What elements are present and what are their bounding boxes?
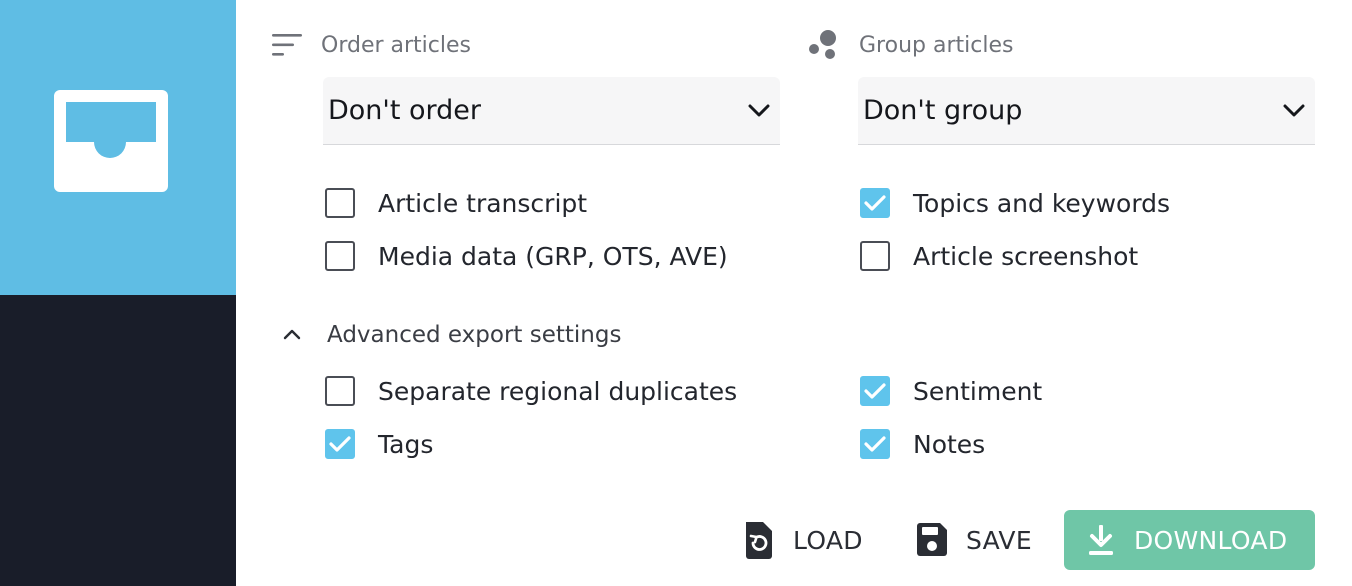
checkbox-box[interactable] bbox=[325, 188, 355, 218]
checkbox-media-data[interactable]: Media data (GRP, OTS, AVE) bbox=[325, 239, 728, 273]
inbox-tray-icon bbox=[54, 90, 168, 192]
download-button[interactable]: DOWNLOAD bbox=[1064, 510, 1315, 570]
left-pane-top bbox=[0, 0, 236, 295]
checkbox-label: Sentiment bbox=[913, 376, 1043, 406]
advanced-settings-toggle[interactable]: Advanced export settings bbox=[280, 318, 621, 352]
order-select[interactable]: Don't order bbox=[323, 77, 780, 145]
download-icon bbox=[1089, 525, 1113, 555]
group-header-label: Group articles bbox=[859, 32, 1014, 58]
checkbox-label: Article transcript bbox=[378, 188, 588, 218]
group-bubbles-icon bbox=[806, 30, 840, 60]
checkmark-icon bbox=[864, 195, 886, 211]
checkmark-icon bbox=[329, 436, 351, 452]
checkbox-label: Media data (GRP, OTS, AVE) bbox=[378, 241, 728, 271]
checkbox-tags[interactable]: Tags bbox=[325, 427, 433, 461]
checkbox-label: Article screenshot bbox=[913, 241, 1139, 271]
checkbox-sentiment[interactable]: Sentiment bbox=[860, 374, 1042, 408]
left-pane-bottom bbox=[0, 295, 236, 586]
checkbox-box-checked[interactable] bbox=[860, 429, 890, 459]
checkbox-box[interactable] bbox=[325, 376, 355, 406]
group-select-value: Don't group bbox=[863, 95, 1023, 126]
checkbox-box-checked[interactable] bbox=[860, 188, 890, 218]
checkbox-box-checked[interactable] bbox=[325, 429, 355, 459]
checkbox-separate-regional-duplicates[interactable]: Separate regional duplicates bbox=[325, 374, 737, 408]
load-file-icon bbox=[746, 522, 772, 559]
checkbox-article-transcript[interactable]: Article transcript bbox=[325, 186, 587, 220]
save-button[interactable]: SAVE bbox=[915, 511, 1032, 569]
order-header: Order articles bbox=[270, 30, 471, 60]
sort-icon bbox=[270, 30, 304, 60]
checkmark-icon bbox=[864, 383, 886, 399]
group-select[interactable]: Don't group bbox=[858, 77, 1315, 145]
checkbox-label: Separate regional duplicates bbox=[378, 376, 738, 406]
checkbox-label: Notes bbox=[913, 429, 986, 459]
group-header: Group articles bbox=[806, 30, 1013, 60]
checkmark-icon bbox=[864, 436, 886, 452]
load-button-label: LOAD bbox=[793, 525, 863, 555]
chevron-up-icon bbox=[283, 329, 301, 340]
checkbox-box[interactable] bbox=[860, 241, 890, 271]
advanced-settings-label: Advanced export settings bbox=[327, 322, 622, 348]
checkbox-label: Tags bbox=[378, 429, 434, 459]
left-pane bbox=[0, 0, 236, 586]
order-select-value: Don't order bbox=[328, 95, 482, 126]
checkbox-box-checked[interactable] bbox=[860, 376, 890, 406]
checkbox-box[interactable] bbox=[325, 241, 355, 271]
chevron-down-icon bbox=[748, 104, 770, 116]
checkbox-notes[interactable]: Notes bbox=[860, 427, 985, 461]
order-header-label: Order articles bbox=[321, 32, 471, 58]
save-button-label: SAVE bbox=[966, 525, 1032, 555]
checkbox-topics-keywords[interactable]: Topics and keywords bbox=[860, 186, 1170, 220]
checkbox-label: Topics and keywords bbox=[913, 188, 1171, 218]
load-button[interactable]: LOAD bbox=[742, 511, 863, 569]
download-button-label: DOWNLOAD bbox=[1134, 525, 1288, 555]
checkbox-article-screenshot[interactable]: Article screenshot bbox=[860, 239, 1138, 273]
chevron-down-icon bbox=[1283, 104, 1305, 116]
floppy-disk-icon bbox=[917, 523, 947, 556]
